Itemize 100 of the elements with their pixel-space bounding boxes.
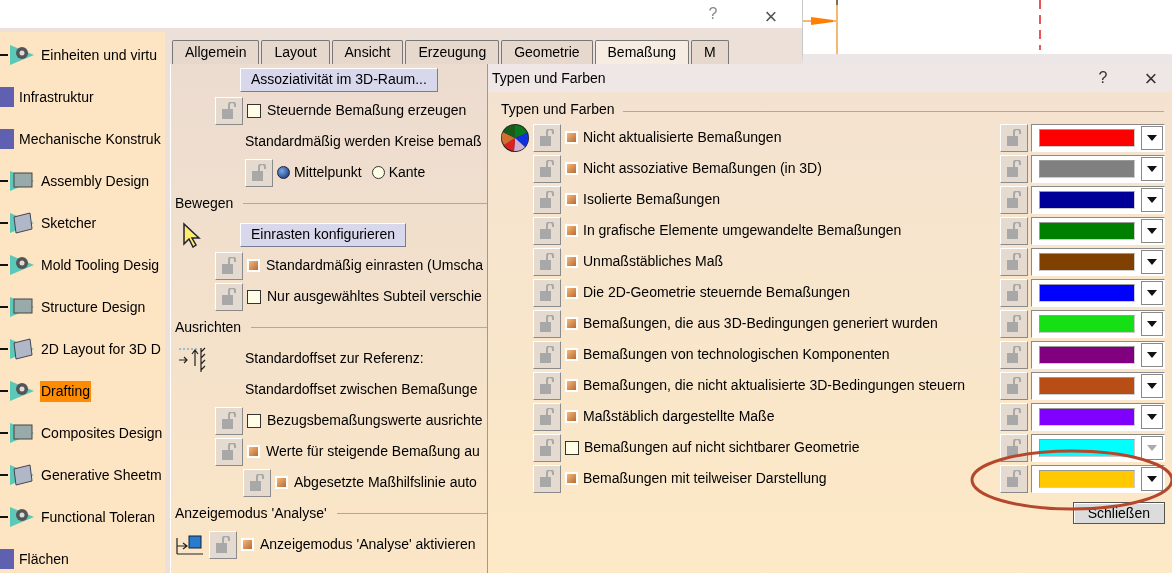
- tree-item[interactable]: Einheiten und virtu: [40, 44, 158, 66]
- tree-item[interactable]: Structure Design: [40, 296, 147, 318]
- lock-button[interactable]: [533, 278, 561, 307]
- lock-button[interactable]: [1000, 247, 1028, 276]
- checkbox-label: Abgesetzte Maßhilfslinie auto: [294, 473, 477, 492]
- lock-icon: [1006, 128, 1022, 147]
- lock-icon: [1006, 469, 1022, 488]
- lock-button[interactable]: [1000, 154, 1028, 183]
- caret-icon: [1147, 444, 1157, 451]
- tree-item[interactable]: Functional Toleran: [40, 506, 157, 528]
- tab[interactable]: Geometrie: [501, 40, 593, 64]
- panel-button[interactable]: Assoziativität im 3D-Raum...: [240, 67, 438, 92]
- tree-item[interactable]: Flächen: [18, 548, 70, 570]
- lock-button[interactable]: [1000, 216, 1028, 245]
- color-dropdown[interactable]: [1031, 402, 1165, 431]
- checkbox[interactable]: [247, 103, 261, 118]
- tree-item[interactable]: Composites Design: [40, 422, 164, 444]
- color-dropdown[interactable]: [1031, 278, 1165, 307]
- section-title: Anzeigemodus 'Analyse': [175, 504, 327, 523]
- lock-button[interactable]: [1000, 185, 1028, 214]
- lock-icon: [221, 411, 237, 430]
- row-label: Nicht aktualisierte Bemaßungen: [583, 128, 783, 147]
- lock-icon: [1006, 252, 1022, 271]
- tree-item[interactable]: Mechanische Konstruk: [18, 128, 162, 150]
- workbench-icon: [8, 461, 36, 489]
- close-button[interactable]: ×: [756, 0, 786, 28]
- lock-button[interactable]: [1000, 402, 1028, 431]
- tab[interactable]: M: [691, 40, 729, 64]
- tree-connector: [0, 474, 8, 476]
- tab[interactable]: Layout: [261, 40, 330, 64]
- lock-button[interactable]: [1000, 371, 1028, 400]
- help-button[interactable]: ?: [698, 0, 728, 28]
- color-dropdown[interactable]: [1031, 371, 1165, 400]
- lock-button[interactable]: [1000, 309, 1028, 338]
- row-label: Bemaßungen, die nicht aktualisierte 3D-Bedingungen steuern: [583, 376, 967, 395]
- lock-button[interactable]: [209, 530, 237, 559]
- radio-button[interactable]: [371, 166, 385, 179]
- tree-item[interactable]: Assembly Design: [40, 170, 151, 192]
- tab[interactable]: Erzeugung: [405, 40, 500, 64]
- offset-icon: [177, 345, 207, 372]
- lock-button[interactable]: [215, 437, 243, 466]
- tree-item[interactable]: Sketcher: [40, 212, 98, 234]
- lock-button[interactable]: [1000, 123, 1028, 152]
- close-dialog-button[interactable]: Schließen: [1072, 502, 1165, 524]
- color-dropdown[interactable]: [1031, 464, 1165, 493]
- tree-item[interactable]: Mold Tooling Desig: [40, 254, 161, 276]
- lock-button[interactable]: [533, 464, 561, 493]
- lock-button[interactable]: [533, 185, 561, 214]
- tab[interactable]: Allgemein: [172, 40, 260, 64]
- checkbox[interactable]: [247, 413, 261, 428]
- tree-item[interactable]: Generative Sheetm: [40, 464, 163, 486]
- tab[interactable]: Ansicht: [331, 40, 404, 64]
- color-dropdown[interactable]: [1031, 154, 1165, 183]
- tree-connector: [0, 348, 8, 350]
- color-dropdown[interactable]: [1031, 247, 1165, 276]
- lock-button[interactable]: [533, 154, 561, 183]
- tree-item[interactable]: Infrastruktur: [18, 86, 95, 108]
- lock-icon: [539, 159, 555, 178]
- lock-button[interactable]: [1000, 464, 1028, 493]
- caret-icon: [1147, 320, 1157, 327]
- caret-icon: [1147, 382, 1157, 389]
- close-button[interactable]: ×: [1136, 61, 1166, 95]
- row-label: Die 2D-Geometrie steuernde Bemaßungen: [583, 283, 851, 302]
- tree-connector: [0, 54, 8, 56]
- color-dropdown[interactable]: [1031, 123, 1165, 152]
- lock-icon: [1006, 283, 1022, 302]
- caret-icon: [1147, 258, 1157, 265]
- panel-button[interactable]: Einrasten konfigurieren: [240, 222, 406, 247]
- lock-icon: [1006, 376, 1022, 395]
- caret-icon: [1147, 165, 1157, 172]
- lock-button[interactable]: [533, 402, 561, 431]
- tree-item[interactable]: Drafting: [40, 380, 92, 402]
- color-dropdown[interactable]: [1031, 216, 1165, 245]
- tree-item[interactable]: 2D Layout for 3D D: [40, 338, 162, 360]
- color-dropdown[interactable]: [1031, 340, 1165, 369]
- tab[interactable]: Bemaßung: [594, 40, 689, 64]
- lock-button[interactable]: [533, 247, 561, 276]
- lock-icon: [539, 438, 555, 457]
- lock-icon: [251, 163, 267, 182]
- cursor-icon: [181, 221, 201, 248]
- radio-label: Kante: [388, 163, 426, 182]
- lock-icon: [539, 128, 555, 147]
- lock-icon: [1006, 159, 1022, 178]
- lock-button[interactable]: [533, 309, 561, 338]
- tree-connector: [0, 264, 8, 266]
- lock-button[interactable]: [243, 468, 271, 497]
- lock-button[interactable]: [215, 251, 243, 280]
- lock-button[interactable]: [1000, 278, 1028, 307]
- help-button[interactable]: ?: [1088, 66, 1118, 90]
- color-dropdown[interactable]: [1031, 433, 1165, 462]
- lock-button[interactable]: [533, 371, 561, 400]
- lock-button[interactable]: [533, 216, 561, 245]
- lock-button[interactable]: [533, 123, 561, 152]
- checkbox[interactable]: [247, 289, 261, 304]
- caret-icon: [1147, 196, 1157, 203]
- color-dropdown[interactable]: [1031, 309, 1165, 338]
- radio-button[interactable]: [277, 166, 290, 179]
- lock-button[interactable]: [533, 340, 561, 369]
- lock-button[interactable]: [1000, 340, 1028, 369]
- color-dropdown[interactable]: [1031, 185, 1165, 214]
